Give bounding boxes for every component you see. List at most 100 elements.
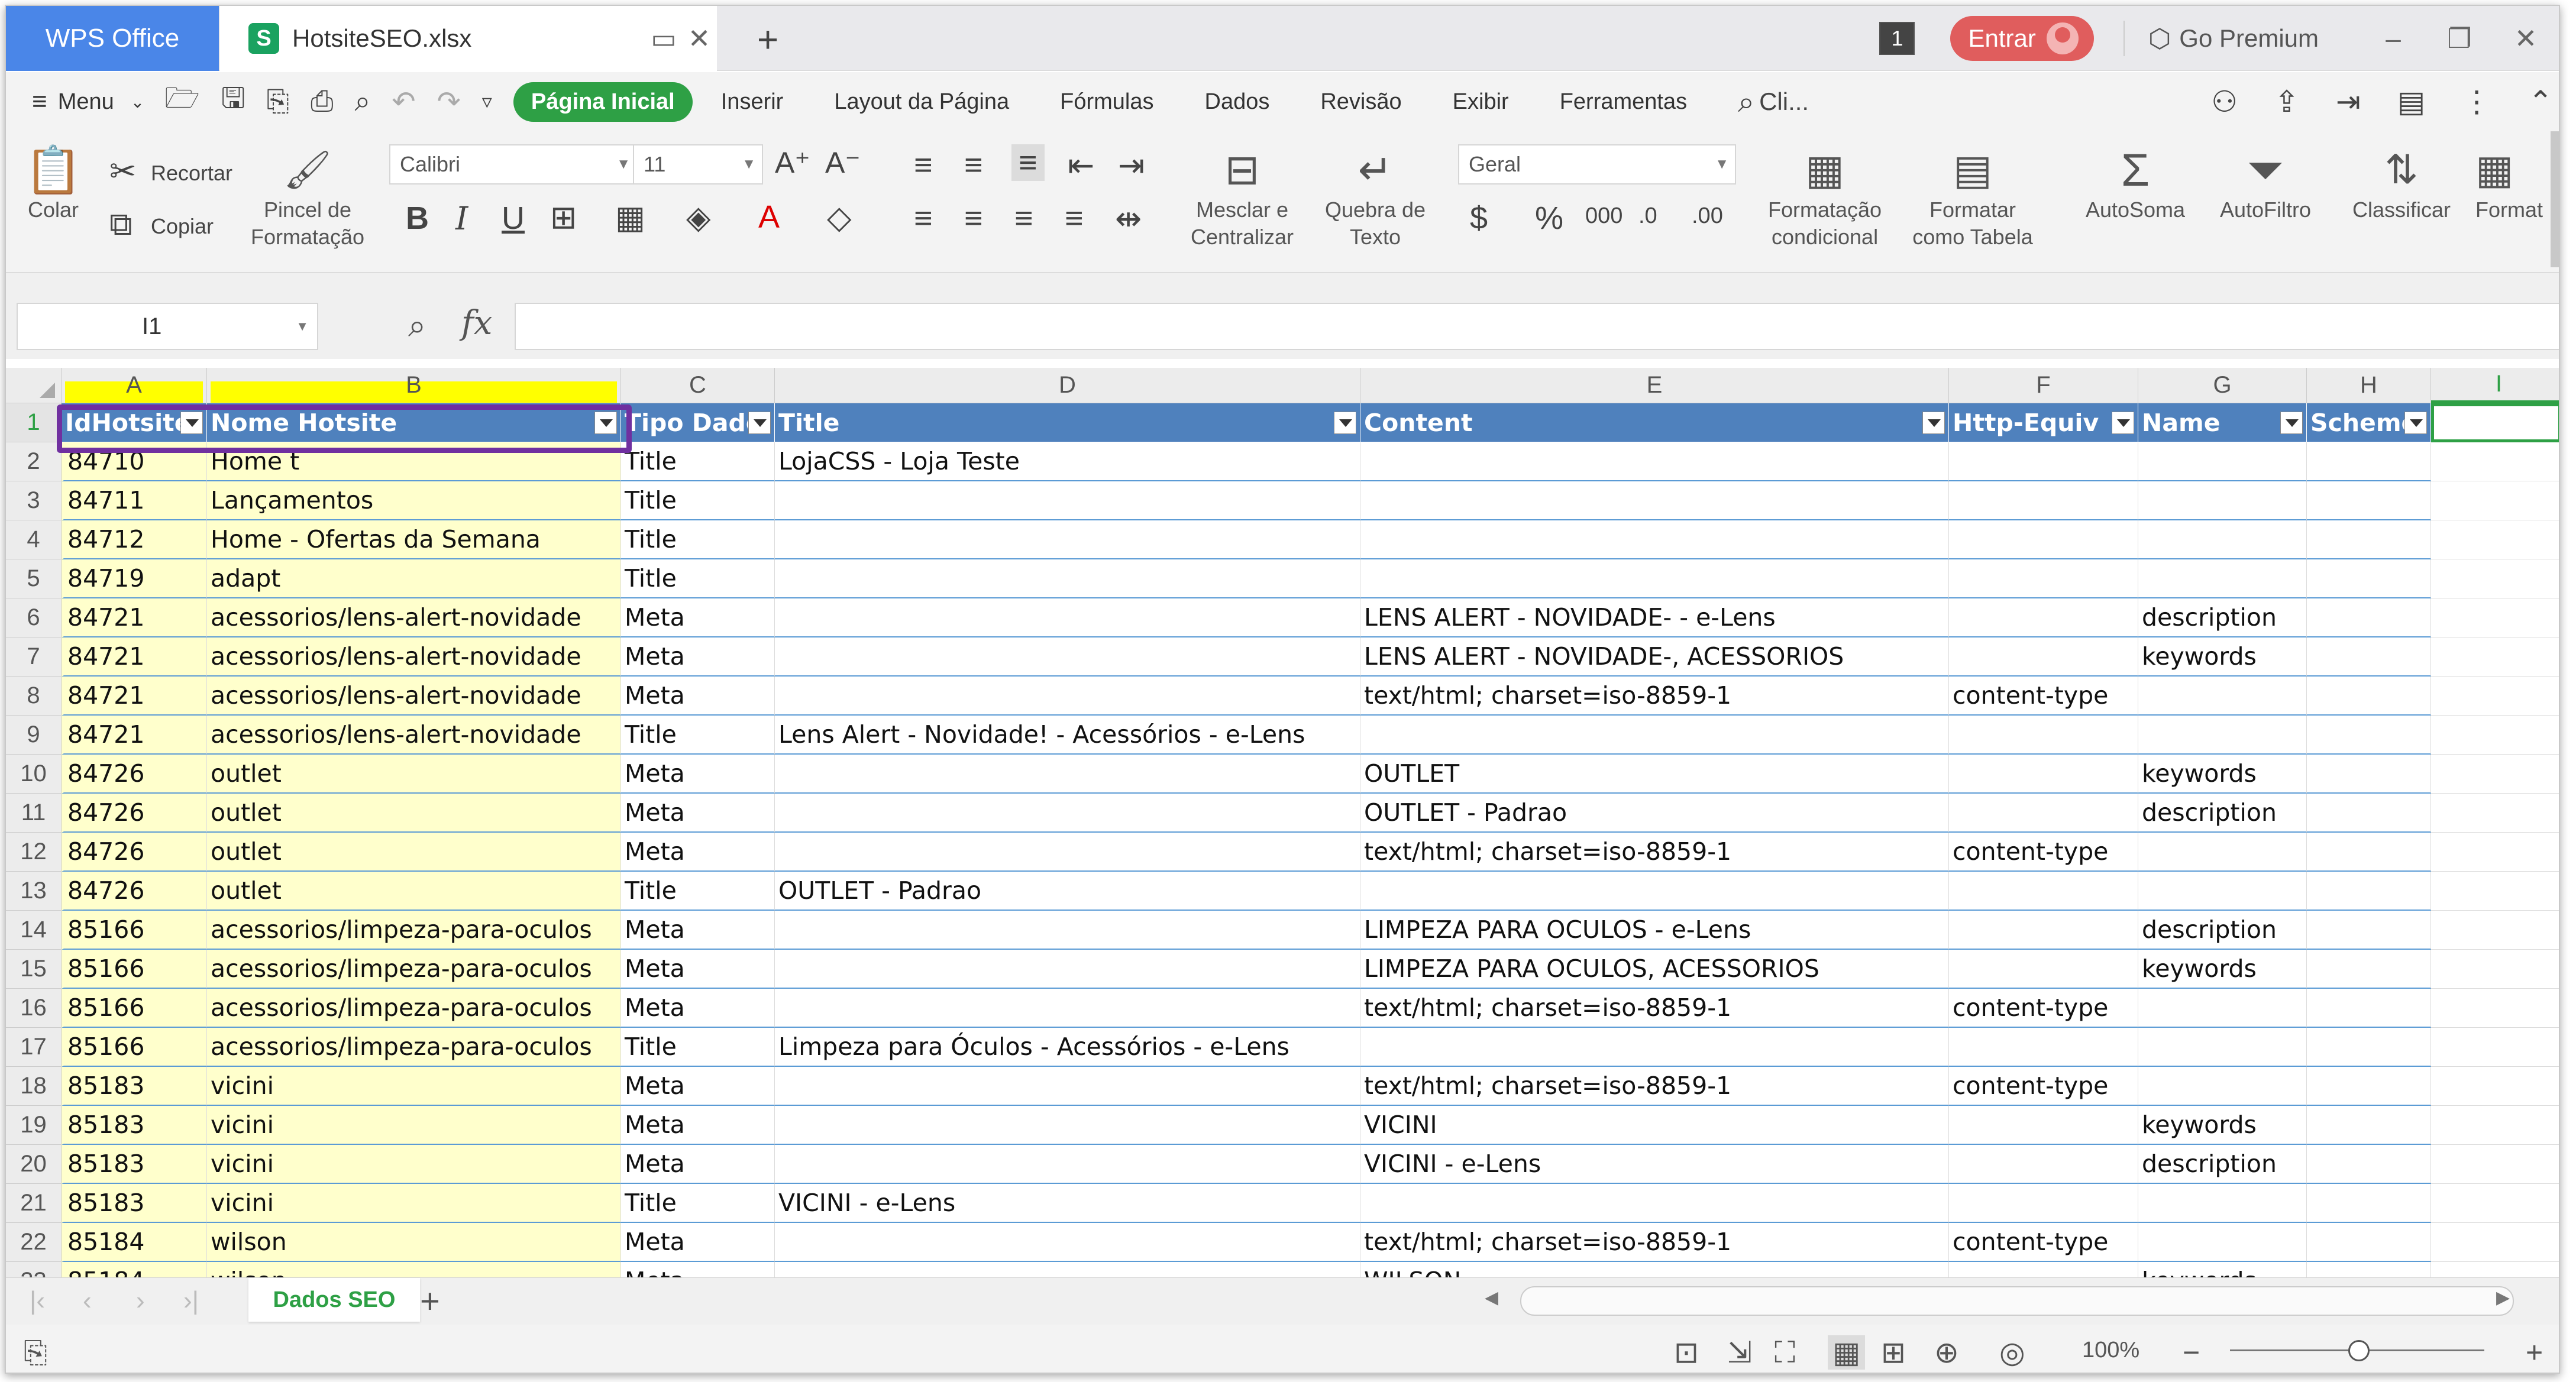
menu-button[interactable]: ≡ Menu ⌄ xyxy=(32,87,144,116)
name-box[interactable]: I1 ▼ xyxy=(17,303,318,350)
table-cell[interactable]: Meta xyxy=(621,1223,775,1262)
page-break-view-icon[interactable]: ⊞ xyxy=(1881,1335,1906,1370)
row-header[interactable]: 3 xyxy=(6,481,62,520)
function-icon[interactable]: fx xyxy=(461,304,492,342)
table-cell[interactable] xyxy=(2307,481,2431,520)
table-cell[interactable]: 85184 xyxy=(62,1223,207,1262)
minimize-icon[interactable]: – xyxy=(2360,22,2426,54)
table-cell[interactable] xyxy=(2307,755,2431,794)
table-cell[interactable] xyxy=(1949,637,2138,677)
table-cell[interactable] xyxy=(775,520,1360,559)
table-cell[interactable]: keywords xyxy=(2138,755,2307,794)
table-cell[interactable]: text/html; charset=iso-8859-1 xyxy=(1360,677,1949,716)
redo-icon[interactable]: ↷ xyxy=(437,85,461,118)
table-cell[interactable]: Meta xyxy=(621,677,775,716)
table-header-cell[interactable]: Title xyxy=(775,403,1360,442)
row-header[interactable]: 20 xyxy=(6,1145,62,1184)
table-header-cell[interactable]: Scheme xyxy=(2307,403,2431,442)
page-layout-icon[interactable]: ⊕ xyxy=(1934,1335,1959,1370)
filter-dropdown-icon[interactable] xyxy=(1922,412,1945,434)
view-settings-icon[interactable]: ◎ xyxy=(1999,1335,2025,1370)
table-cell[interactable] xyxy=(775,1223,1360,1262)
row-header[interactable]: 5 xyxy=(6,559,62,598)
close-window-icon[interactable]: ✕ xyxy=(2493,22,2559,54)
format-painter-button[interactable]: 🖌 Pincel de Formatação xyxy=(245,143,370,251)
row-header[interactable]: 10 xyxy=(6,755,62,794)
table-cell[interactable]: Title xyxy=(621,1028,775,1067)
reading-mode-icon[interactable]: ⊡ xyxy=(1674,1335,1699,1370)
table-cell[interactable]: Meta xyxy=(621,989,775,1028)
row-header[interactable]: 7 xyxy=(6,637,62,677)
table-cell[interactable] xyxy=(1949,1106,2138,1145)
table-cell[interactable] xyxy=(1949,755,2138,794)
table-cell[interactable] xyxy=(2307,677,2431,716)
table-cell[interactable]: acessorios/lens-alert-novidade xyxy=(207,716,621,755)
share-icon[interactable]: ⇪ xyxy=(2274,85,2299,119)
table-cell[interactable]: Title xyxy=(621,559,775,598)
table-cell[interactable] xyxy=(2431,598,2559,637)
table-cell[interactable]: content-type xyxy=(1949,1223,2138,1262)
table-cell[interactable] xyxy=(1949,598,2138,637)
table-cell[interactable]: Meta xyxy=(621,637,775,677)
table-cell[interactable] xyxy=(775,481,1360,520)
restore-icon[interactable]: ❐ xyxy=(2426,22,2493,54)
table-cell[interactable]: Lançamentos xyxy=(207,481,621,520)
table-cell[interactable]: Title xyxy=(621,520,775,559)
zoom-slider-handle[interactable] xyxy=(2348,1340,2370,1361)
column-header-c[interactable]: C xyxy=(621,368,775,403)
table-cell[interactable]: Home - Ofertas da Semana xyxy=(207,520,621,559)
table-cell[interactable]: 85166 xyxy=(62,911,207,950)
eye-protection-icon[interactable]: ⇲ xyxy=(1727,1335,1752,1370)
monitor-icon[interactable]: ▭ xyxy=(646,22,681,54)
decrease-indent-icon[interactable]: ⇤ xyxy=(1068,147,1094,184)
copy-label[interactable]: Copiar xyxy=(151,214,214,239)
align-top-icon[interactable]: ≡ xyxy=(914,147,933,183)
table-cell[interactable]: OUTLET xyxy=(1360,755,1949,794)
table-cell[interactable] xyxy=(2307,872,2431,911)
collapse-ribbon-icon[interactable]: ⌃ xyxy=(2528,85,2553,119)
table-cell[interactable]: content-type xyxy=(1949,1067,2138,1106)
clear-format-icon[interactable]: ◇ xyxy=(827,199,852,236)
wps-office-tab[interactable]: WPS Office xyxy=(6,6,219,71)
table-cell[interactable] xyxy=(2307,1223,2431,1262)
filter-dropdown-icon[interactable] xyxy=(180,412,203,434)
table-cell[interactable] xyxy=(2307,598,2431,637)
table-cell[interactable] xyxy=(2431,1145,2559,1184)
table-cell[interactable] xyxy=(2138,1028,2307,1067)
zoom-level[interactable]: 100% xyxy=(2082,1338,2139,1363)
tab-pagina-inicial[interactable]: Página Inicial xyxy=(513,82,693,122)
table-cell[interactable] xyxy=(1949,520,2138,559)
spreadsheet-grid[interactable]: A B C D E F G H I 1 IdHotsite Nome Hotsite Tipo Dado… xyxy=(6,368,2559,1281)
table-cell[interactable] xyxy=(2307,794,2431,833)
align-right-icon[interactable]: ≡ xyxy=(1014,200,1033,237)
column-header-e[interactable]: E xyxy=(1360,368,1949,403)
row-header[interactable]: 13 xyxy=(6,872,62,911)
sheet-tab-dados-seo[interactable]: Dados SEO xyxy=(248,1278,420,1322)
table-cell[interactable] xyxy=(2307,833,2431,872)
table-cell[interactable]: Meta xyxy=(621,1067,775,1106)
cell-style-icon[interactable]: ▦ xyxy=(615,199,645,236)
column-header-i[interactable]: I xyxy=(2431,368,2559,403)
currency-icon[interactable]: $ xyxy=(1470,200,1488,237)
table-cell[interactable] xyxy=(2307,989,2431,1028)
login-button[interactable]: Entrar xyxy=(1950,16,2094,61)
table-cell[interactable] xyxy=(1360,481,1949,520)
tab-ferramentas[interactable]: Ferramentas xyxy=(1560,89,1687,115)
table-cell[interactable] xyxy=(2138,481,2307,520)
select-all-corner[interactable] xyxy=(6,368,62,403)
table-cell[interactable]: adapt xyxy=(207,559,621,598)
font-size-select[interactable]: 11 ▼ xyxy=(633,144,763,185)
table-cell[interactable] xyxy=(1949,794,2138,833)
table-cell[interactable] xyxy=(2431,559,2559,598)
table-cell[interactable]: acessorios/limpeza-para-oculos xyxy=(207,950,621,989)
table-cell[interactable] xyxy=(2431,1028,2559,1067)
table-cell[interactable] xyxy=(2307,442,2431,481)
table-cell[interactable]: acessorios/limpeza-para-oculos xyxy=(207,989,621,1028)
row-header[interactable]: 8 xyxy=(6,677,62,716)
table-cell[interactable] xyxy=(2431,1106,2559,1145)
table-header-cell[interactable]: Name xyxy=(2138,403,2307,442)
print-preview-icon[interactable]: ⌕ xyxy=(354,85,370,118)
table-cell[interactable] xyxy=(775,559,1360,598)
tab-layout-da-pagina[interactable]: Layout da Página xyxy=(834,89,1009,115)
filter-dropdown-icon[interactable] xyxy=(748,412,771,434)
